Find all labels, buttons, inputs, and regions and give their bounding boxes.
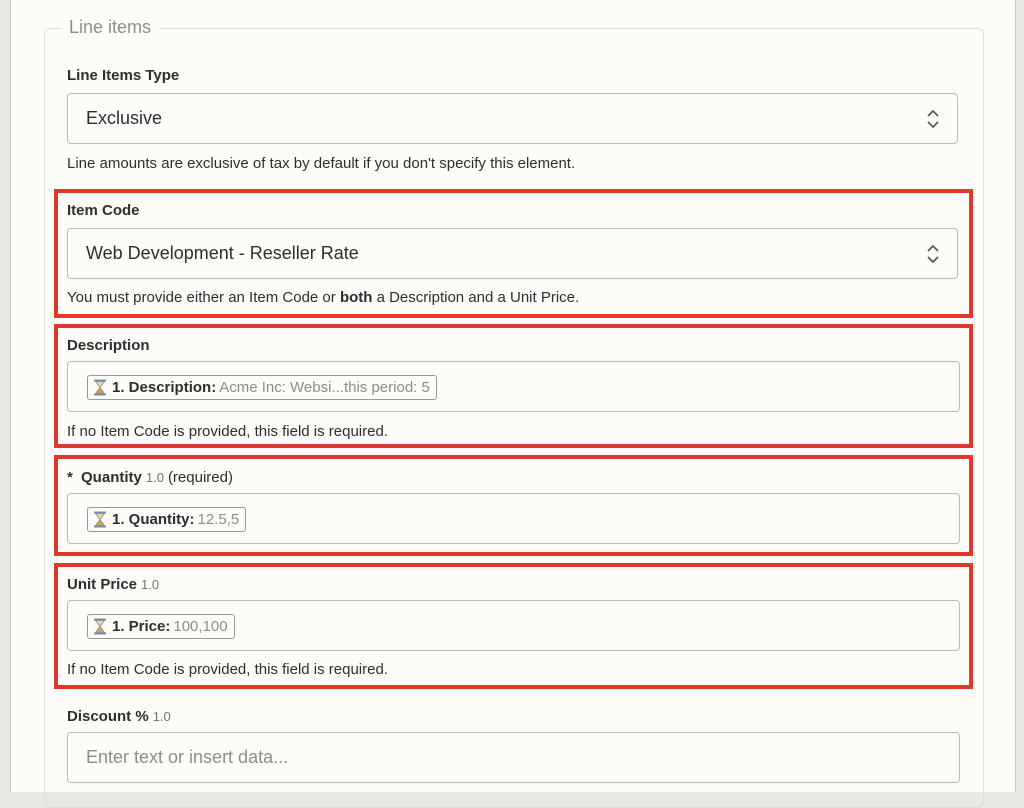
unit-price-data-pill[interactable]: 1. Price: 100,100 bbox=[87, 614, 235, 639]
description-pill-key: 1. Description: bbox=[112, 379, 217, 396]
unit-price-help: If no Item Code is provided, this field … bbox=[67, 661, 388, 678]
line-items-type-value: Exclusive bbox=[86, 108, 163, 128]
quantity-data-pill[interactable]: 1. Quantity: 12.5,5 bbox=[87, 507, 247, 532]
form-panel: Line items Line Items Type Exclusive Lin… bbox=[10, 0, 1016, 808]
unit-price-label: Unit Price 1.0 bbox=[67, 576, 159, 593]
description-data-pill[interactable]: 1. Description: Acme Inc: Websi...this pe… bbox=[87, 375, 437, 400]
discount-label-text: Discount % bbox=[67, 708, 149, 725]
discount-version: 1.0 bbox=[152, 709, 171, 724]
description-pill-value: Acme Inc: Websi...this period: 5 bbox=[219, 379, 430, 396]
chevron-up-down-icon bbox=[927, 109, 939, 129]
quantity-label-text: Quantity bbox=[81, 469, 142, 486]
discount-input[interactable]: Enter text or insert data... bbox=[67, 732, 960, 783]
fieldset-legend: Line items bbox=[61, 17, 160, 38]
quantity-label: * Quantity 1.0 (required) bbox=[67, 469, 233, 486]
discount-label: Discount % 1.0 bbox=[67, 708, 171, 725]
item-code-select[interactable]: Web Development - Reseller Rate bbox=[67, 228, 958, 279]
item-code-help: You must provide either an Item Code or … bbox=[67, 289, 579, 306]
line-items-type-select[interactable]: Exclusive bbox=[67, 93, 958, 144]
description-label: Description bbox=[67, 337, 150, 354]
unit-price-label-text: Unit Price bbox=[67, 576, 138, 593]
item-code-label-text: Item Code bbox=[67, 202, 140, 219]
quantity-pill-key: 1. Quantity: bbox=[112, 511, 195, 528]
hourglass-icon bbox=[94, 379, 106, 396]
description-help: If no Item Code is provided, this field … bbox=[67, 423, 388, 440]
item-code-help-bold: both bbox=[339, 289, 373, 306]
line-items-type-label-text: Line Items Type bbox=[67, 67, 180, 84]
quantity-asterisk: * bbox=[67, 469, 73, 486]
item-code-label: Item Code bbox=[67, 202, 140, 219]
line-items-type-help: Line amounts are exclusive of tax by def… bbox=[67, 155, 576, 172]
description-label-text: Description bbox=[67, 337, 150, 354]
line-items-type-label: Line Items Type bbox=[67, 67, 179, 84]
item-code-value: Web Development - Reseller Rate bbox=[86, 243, 359, 263]
discount-placeholder: Enter text or insert data... bbox=[86, 747, 289, 767]
item-code-help-post: a Description and a Unit Price. bbox=[372, 289, 580, 306]
unit-price-pill-key: 1. Price: bbox=[112, 618, 171, 635]
unit-price-pill-value: 100,100 bbox=[173, 618, 228, 635]
hourglass-icon bbox=[94, 511, 106, 528]
quantity-input[interactable]: 1. Quantity: 12.5,5 bbox=[67, 493, 960, 544]
description-input[interactable]: 1. Description: Acme Inc: Websi...this pe… bbox=[67, 361, 960, 412]
item-code-help-pre: You must provide either an Item Code or bbox=[67, 289, 340, 306]
quantity-required: (required) bbox=[167, 469, 233, 486]
hourglass-icon bbox=[94, 618, 106, 635]
quantity-version: 1.0 bbox=[145, 470, 164, 485]
unit-price-input[interactable]: 1. Price: 100,100 bbox=[67, 600, 960, 651]
quantity-pill-value: 12.5,5 bbox=[197, 511, 240, 528]
chevron-up-down-icon bbox=[927, 244, 939, 264]
unit-price-version: 1.0 bbox=[141, 577, 160, 592]
